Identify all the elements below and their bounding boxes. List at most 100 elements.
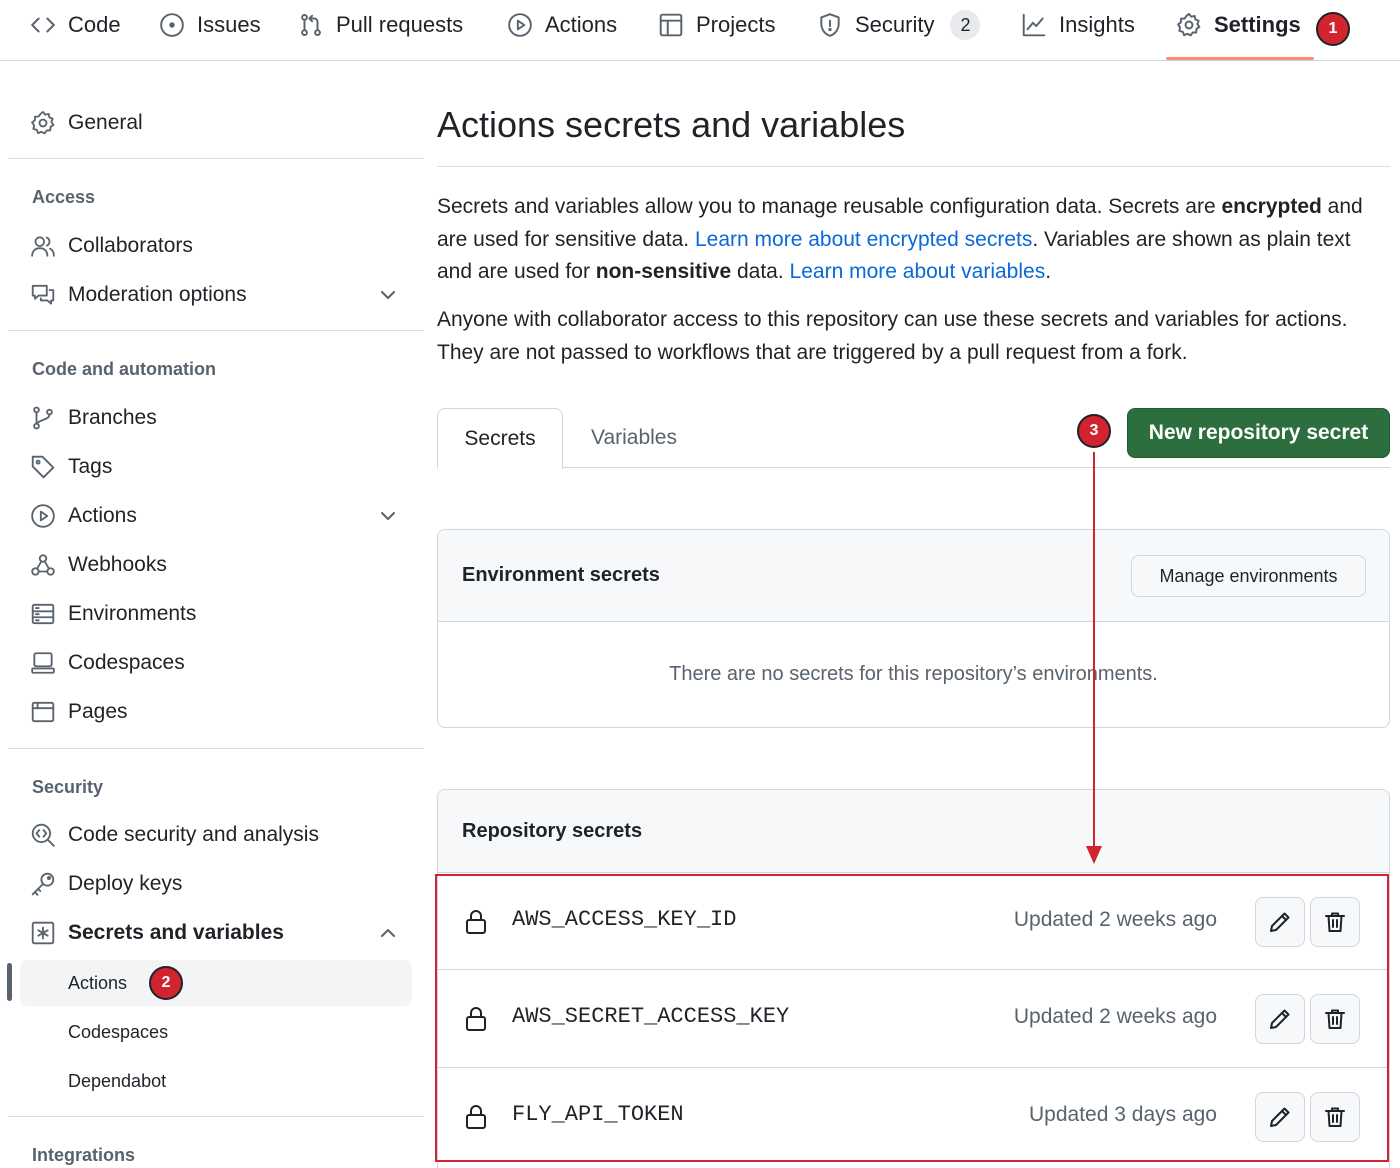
issue-opened-icon: [160, 13, 184, 37]
repository-secrets-header: Repository secrets: [438, 790, 1389, 876]
tab-insights[interactable]: Insights: [1021, 0, 1135, 50]
tab-code-label: Code: [68, 12, 121, 37]
sidebar-item-tags[interactable]: Tags: [30, 447, 112, 487]
environment-secrets-header: Environment secrets Manage environments: [438, 530, 1389, 622]
annotation-arrow-line: [1093, 452, 1095, 852]
chevron-down-icon[interactable]: [378, 285, 398, 305]
sidebar-divider: [8, 1116, 424, 1117]
play-icon: [31, 504, 55, 528]
sidebar-item-general[interactable]: General: [30, 103, 143, 143]
active-tab-underline: [1166, 57, 1314, 60]
title-divider: [437, 166, 1390, 167]
access-note: Anyone with collaborator access to this …: [437, 308, 1348, 364]
tab-pull-requests[interactable]: Pull requests: [298, 0, 463, 50]
tab-projects[interactable]: Projects: [658, 0, 775, 50]
sidebar-item-pages[interactable]: Pages: [30, 692, 128, 732]
repo-nav: Code Issues Pull requests Actions Projec…: [0, 0, 1400, 61]
environment-secrets-title: Environment secrets: [462, 564, 660, 586]
gear-icon: [31, 111, 55, 135]
sidebar-item-label: Moderation options: [68, 283, 247, 306]
sidebar-item-moderation-options[interactable]: Moderation options: [30, 275, 247, 315]
webhook-icon: [31, 554, 55, 576]
graph-icon: [1022, 13, 1046, 37]
git-branch-icon: [33, 406, 53, 430]
tab-projects-label: Projects: [696, 12, 776, 37]
intro-text: data.: [731, 260, 790, 283]
tab-actions[interactable]: Actions: [507, 0, 617, 50]
security-counter: 2: [950, 10, 981, 40]
sidebar-item-branches[interactable]: Branches: [30, 398, 157, 438]
tab-secrets[interactable]: Secrets: [437, 408, 563, 469]
browser-icon: [31, 701, 55, 723]
people-icon: [31, 236, 55, 257]
shield-icon: [820, 13, 840, 37]
sidebar-item-codespaces[interactable]: Codespaces: [30, 643, 185, 683]
sidebar-item-label: General: [68, 111, 143, 134]
sidebar-item-code-security[interactable]: Code security and analysis: [30, 815, 319, 855]
table-icon: [659, 13, 683, 37]
tab-variables[interactable]: Variables: [570, 408, 698, 468]
sidebar-divider: [8, 330, 424, 331]
environment-secrets-box: Environment secrets Manage environments …: [437, 529, 1390, 728]
sidebar-item-collaborators[interactable]: Collaborators: [30, 226, 193, 266]
comment-discussion-icon: [31, 284, 55, 305]
tag-icon: [31, 455, 55, 479]
sidebar-item-label: Codespaces: [68, 651, 185, 674]
sidebar-divider: [8, 158, 424, 159]
tab-issues[interactable]: Issues: [159, 0, 261, 50]
sidebar-item-label: Environments: [68, 602, 197, 625]
tab-actions-label: Actions: [545, 12, 618, 37]
key-icon: [31, 872, 55, 896]
intro-text: Secrets and variables allow you to manag…: [437, 195, 1222, 218]
annotation-highlight-box: [435, 874, 1389, 1162]
git-pull-request-icon: [301, 14, 321, 36]
manage-environments-button[interactable]: Manage environments: [1131, 555, 1366, 597]
chevron-down-icon[interactable]: [378, 506, 398, 526]
learn-variables-link[interactable]: Learn more about variables: [790, 260, 1046, 283]
chevron-up-icon[interactable]: [378, 923, 398, 943]
sidebar-item-label: Collaborators: [68, 234, 193, 257]
sidebar-heading-access: Access: [32, 187, 96, 207]
codescan-icon: [31, 823, 55, 847]
intro-bold: non-sensitive: [595, 260, 732, 283]
intro-paragraph: Secrets and variables allow you to manag…: [437, 191, 1387, 289]
tab-pull-requests-label: Pull requests: [336, 12, 464, 37]
sidebar-item-label: Code security and analysis: [68, 823, 319, 846]
tab-security-label: Security: [855, 12, 935, 37]
sidebar-item-label: Tags: [68, 455, 113, 478]
learn-encrypted-secrets-link[interactable]: Learn more about encrypted secrets: [695, 228, 1032, 251]
sidebar-item-label: Secrets and variables: [68, 921, 284, 944]
sidebar-divider: [8, 748, 424, 749]
new-repository-secret-button[interactable]: New repository secret: [1127, 408, 1390, 458]
sidebar-subitem-dependabot[interactable]: Dependabot: [68, 1071, 166, 1092]
play-icon: [508, 13, 532, 37]
tab-settings[interactable]: Settings: [1176, 0, 1301, 50]
codespaces-icon: [31, 652, 55, 674]
sidebar-item-label: Webhooks: [68, 553, 167, 576]
repository-secrets-title: Repository secrets: [462, 820, 643, 842]
sidebar-item-environments[interactable]: Environments: [30, 594, 196, 634]
server-icon: [31, 603, 55, 625]
sidebar-item-deploy-keys[interactable]: Deploy keys: [30, 864, 182, 904]
sidebar-subitem-codespaces[interactable]: Codespaces: [68, 1022, 168, 1043]
annotation-marker-3: 3: [1077, 414, 1111, 448]
tab-code[interactable]: Code: [30, 0, 121, 50]
environment-secrets-empty-message: There are no secrets for this repository…: [669, 663, 1158, 685]
tab-security[interactable]: Security 2: [817, 0, 981, 50]
intro-text: .: [1045, 260, 1052, 283]
sidebar-item-webhooks[interactable]: Webhooks: [30, 545, 167, 585]
sidebar-item-label: Branches: [68, 406, 157, 429]
sidebar-active-indicator: [7, 963, 12, 1001]
sidebar-heading-code-and-automation: Code and automation: [32, 359, 216, 379]
annotation-arrowhead: [1086, 846, 1102, 864]
intro-bold: encrypted: [1221, 195, 1322, 218]
tab-settings-label: Settings: [1214, 12, 1301, 37]
code-icon: [31, 17, 55, 33]
sidebar-subitem-actions[interactable]: Actions: [68, 973, 127, 994]
annotation-marker-2: 2: [149, 966, 183, 1000]
sidebar-item-secrets-and-variables[interactable]: Secrets and variables: [30, 913, 284, 953]
sidebar-item-actions[interactable]: Actions: [30, 496, 137, 536]
key-asterisk-icon: [31, 921, 55, 945]
gear-icon: [1177, 12, 1201, 37]
tab-issues-label: Issues: [197, 12, 261, 37]
